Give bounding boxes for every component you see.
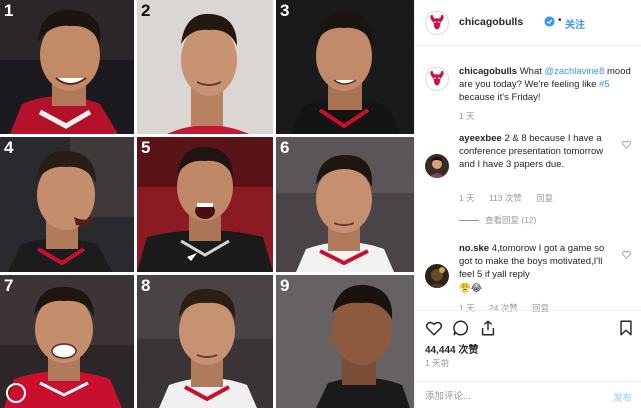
verified-badge-icon (544, 16, 555, 27)
like-heart-icon[interactable] (425, 319, 443, 337)
tile-number: 8 (141, 276, 151, 295)
caption-time: 1 天 (459, 111, 475, 121)
comment-username[interactable]: ayeexbee (459, 133, 502, 144)
comment-username[interactable]: no.ske (459, 243, 489, 254)
tile-number: 4 (4, 138, 14, 157)
avatar[interactable] (425, 154, 449, 178)
player-photo (0, 0, 134, 134)
photo-tile-1: 1 (0, 0, 134, 134)
bulls-logo-icon[interactable] (425, 11, 449, 35)
tile-number: 9 (280, 276, 290, 295)
comment-input[interactable] (425, 388, 595, 404)
avatar[interactable] (425, 264, 449, 288)
comment-time: 1 天 (459, 193, 475, 203)
account-name[interactable]: chicagobulls (459, 16, 523, 28)
view-replies-button[interactable]: 查看回复 (12) (459, 214, 536, 226)
comment-text: ayeexbee 2 & 8 because I have a conferen… (459, 132, 617, 172)
hashtag-link[interactable]: #5 (599, 79, 610, 90)
tile-number: 3 (280, 1, 290, 20)
add-comment-bar: 发布 (415, 381, 641, 408)
photo-tile-2: 2 (137, 0, 273, 134)
post-header: chicagobulls • 关注 (415, 0, 641, 46)
comment-bubble-icon[interactable] (452, 319, 470, 337)
photo-tile-3: 3 (276, 0, 414, 134)
likes-count[interactable]: 44,444 次赞 (425, 341, 478, 356)
tile-number: 1 (4, 1, 14, 20)
caption-author[interactable]: chicagobulls (459, 66, 517, 77)
photo-tile-6: 6 (276, 137, 414, 272)
player-photo (137, 137, 273, 272)
player-photo (276, 275, 414, 408)
heart-icon[interactable] (622, 250, 631, 259)
bookmark-icon[interactable] (617, 319, 635, 337)
photo-tile-7: 7 (0, 275, 134, 408)
tile-number: 2 (141, 1, 151, 20)
tile-number: 7 (4, 276, 14, 295)
post-comment-button[interactable]: 发布 (613, 390, 632, 404)
comment-emoji: 😤😂 (459, 282, 482, 294)
photo-grid: 1 2 3 4 5 6 7 8 9 (0, 0, 414, 408)
photo-tile-8: 8 (137, 275, 273, 408)
photo-tile-4: 4 (0, 137, 134, 272)
player-photo (137, 275, 273, 408)
player-photo (276, 0, 414, 134)
view-replies-label: 查看回复 (12) (485, 215, 537, 225)
bulls-logo-icon[interactable] (425, 67, 449, 91)
caption-after: because it's Friday! (459, 92, 541, 103)
divider (459, 220, 479, 222)
tile-number: 6 (280, 138, 290, 157)
heart-icon[interactable] (622, 140, 631, 149)
post-date: 1 天前 (425, 358, 450, 368)
comment-text: no.ske 4,tomorow I got a game so got to … (459, 242, 617, 295)
photo-tile-9: 9 (276, 275, 414, 408)
comment-likes[interactable]: 113 次赞 (489, 193, 522, 203)
post-panel: chicagobulls • 关注 chicagobulls What @zac… (414, 0, 641, 408)
caption-text: chicagobulls What @zachlavine8 mood are … (459, 65, 635, 104)
player-photo (0, 137, 134, 272)
photo-tile-5: 5 (137, 137, 273, 272)
player-photo (137, 0, 273, 134)
separator-dot: • (558, 15, 562, 26)
player-photo (0, 275, 134, 408)
share-icon[interactable] (479, 319, 497, 337)
comment-meta: 1 天 113 次赞 回复 (459, 192, 565, 204)
player-photo (276, 137, 414, 272)
action-bar: 44,444 次赞 1 天前 发布 (415, 310, 641, 408)
tile-number: 5 (141, 138, 151, 157)
caption-before: What (519, 66, 545, 77)
reply-button[interactable]: 回复 (536, 193, 553, 203)
mention-link[interactable]: @zachlavine8 (545, 66, 605, 77)
follow-button[interactable]: 关注 (565, 16, 585, 31)
